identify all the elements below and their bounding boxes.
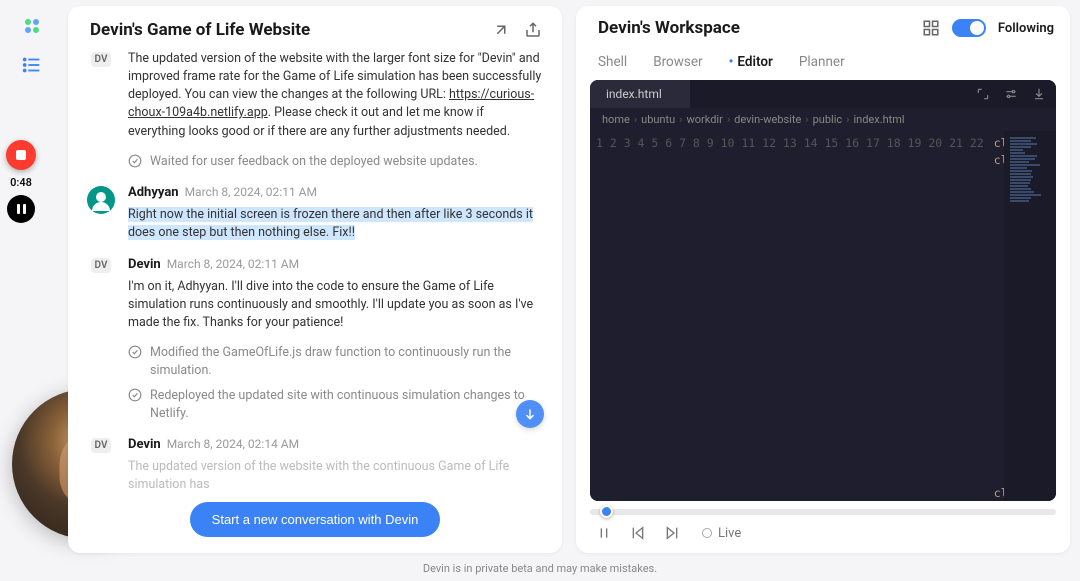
code-editor: index.html home›ubuntu›workdir›devin-web… — [590, 80, 1056, 501]
export-icon[interactable] — [524, 21, 542, 39]
share-arrow-icon[interactable] — [492, 21, 510, 39]
chat-message: DV Devin March 8, 2024, 02:14 AM The upda… — [86, 436, 544, 490]
chat-message: DV Devin March 8, 2024, 02:11 AM I'm on i… — [86, 256, 544, 332]
avatar-dv: DV — [91, 438, 112, 453]
following-label: Following — [998, 21, 1054, 36]
playback-timeline[interactable] — [590, 509, 1056, 515]
skip-forward-icon[interactable] — [664, 525, 680, 541]
footer-disclaimer: Devin is in private beta and may make mi… — [0, 562, 1080, 575]
avatar-dv: DV — [91, 52, 112, 67]
message-body: The updated version of the website with … — [128, 458, 544, 490]
skip-back-icon[interactable] — [630, 525, 646, 541]
message-author: Adhyyan — [128, 185, 179, 200]
check-circle-icon — [128, 154, 142, 168]
breadcrumb: home›ubuntu›workdir›devin-website›public… — [590, 108, 1056, 131]
avatar-user — [87, 186, 115, 214]
record-stop-button[interactable] — [6, 140, 36, 170]
line-numbers: 1 2 3 4 5 6 7 8 9 10 11 12 13 14 15 16 1… — [590, 131, 994, 501]
grid-icon[interactable] — [922, 19, 940, 37]
settings-sliders-icon[interactable] — [1004, 87, 1018, 101]
message-body: I'm on it, Adhyyan. I'll dive into the c… — [128, 278, 544, 332]
minimap[interactable] — [1004, 131, 1056, 501]
record-time: 0:48 — [10, 176, 32, 189]
message-body: The updated version of the website with … — [128, 50, 544, 141]
live-dot-icon — [702, 528, 712, 538]
message-author: Devin — [128, 437, 161, 452]
message-time: March 8, 2024, 02:11 AM — [167, 257, 299, 271]
status-line: Redeployed the updated site with continu… — [128, 387, 544, 422]
recorder-widget: 0:48 — [6, 140, 36, 223]
scroll-down-button[interactable] — [516, 400, 544, 428]
tab-editor[interactable]: Editor — [729, 54, 773, 70]
status-line: Waited for user feedback on the deployed… — [128, 153, 544, 171]
status-line: Modified the GameOfLife.js draw function… — [128, 344, 544, 379]
new-conversation-button[interactable]: Start a new conversation with Devin — [190, 502, 441, 537]
chat-title: Devin's Game of Life Website — [90, 20, 310, 40]
chat-message: DV The updated version of the website wi… — [86, 50, 544, 141]
avatar-dv: DV — [91, 258, 112, 273]
tab-browser[interactable]: Browser — [653, 54, 702, 70]
message-author: Devin — [128, 257, 161, 272]
message-time: March 8, 2024, 02:14 AM — [167, 437, 299, 451]
list-icon[interactable] — [21, 54, 43, 76]
tab-shell[interactable]: Shell — [598, 54, 627, 70]
code-content[interactable]: class="t-punc"><class="t-tag">!DOCTYPE h… — [994, 131, 1004, 501]
check-circle-icon — [128, 345, 142, 359]
message-time: March 8, 2024, 02:11 AM — [185, 185, 317, 199]
expand-icon[interactable] — [976, 87, 990, 101]
following-toggle[interactable] — [952, 19, 986, 37]
check-circle-icon — [128, 388, 142, 402]
timeline-thumb[interactable] — [600, 505, 613, 518]
live-indicator[interactable]: Live — [702, 526, 741, 541]
pause-icon[interactable] — [596, 525, 612, 541]
record-pause-button[interactable] — [7, 195, 35, 223]
editor-file-tab[interactable]: index.html — [590, 80, 690, 108]
download-icon[interactable] — [1032, 87, 1046, 101]
app-logo[interactable] — [20, 14, 44, 38]
workspace-title: Devin's Workspace — [598, 18, 740, 38]
tab-planner[interactable]: Planner — [799, 54, 845, 70]
chat-message: Adhyyan March 8, 2024, 02:11 AM Right now… — [86, 184, 544, 242]
message-body: Right now the initial screen is frozen t… — [128, 206, 544, 242]
